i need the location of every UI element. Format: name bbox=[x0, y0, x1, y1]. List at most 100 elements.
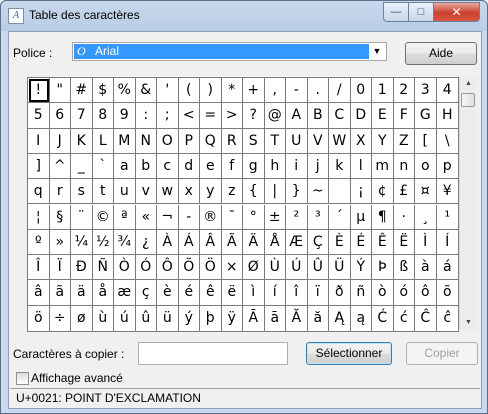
close-button[interactable]: ✕ bbox=[433, 2, 480, 22]
char-cell[interactable]: I bbox=[28, 128, 50, 154]
char-cell[interactable]: ¬ bbox=[157, 204, 179, 230]
char-cell[interactable]: ¯ bbox=[221, 204, 243, 230]
char-cell[interactable]: ú bbox=[114, 305, 136, 331]
char-cell[interactable]: Ć bbox=[372, 305, 394, 331]
char-cell[interactable]: ă bbox=[308, 305, 329, 331]
char-cell[interactable]: Ï bbox=[49, 255, 71, 281]
char-cell[interactable]: È bbox=[329, 229, 351, 256]
char-cell[interactable]: ą bbox=[351, 305, 372, 331]
char-cell[interactable]: M bbox=[114, 128, 136, 154]
char-cell[interactable]: ¹ bbox=[436, 205, 458, 230]
chevron-down-icon[interactable]: ▼ bbox=[370, 44, 384, 59]
char-cell[interactable]: µ bbox=[350, 204, 372, 230]
char-cell[interactable]: z bbox=[221, 179, 243, 205]
char-cell[interactable]: ¸ bbox=[415, 204, 437, 230]
char-cell[interactable]: Ù bbox=[264, 255, 286, 281]
char-cell[interactable]: t bbox=[92, 179, 114, 205]
char-cell[interactable]: á bbox=[436, 255, 458, 281]
char-cell[interactable]: f bbox=[221, 153, 243, 180]
char-cell[interactable]: p bbox=[436, 154, 458, 180]
char-cell[interactable]: Ò bbox=[114, 255, 136, 281]
char-cell[interactable]: ó bbox=[393, 280, 415, 306]
char-cell[interactable]: ð bbox=[329, 280, 351, 306]
char-cell[interactable]: Z bbox=[393, 128, 415, 154]
char-cell[interactable]: H bbox=[436, 103, 458, 129]
char-cell[interactable]: ½ bbox=[92, 229, 114, 256]
char-cell[interactable]: W bbox=[329, 128, 351, 154]
char-cell[interactable]: ~ bbox=[307, 179, 329, 205]
char-cell[interactable]: Ã bbox=[221, 229, 243, 256]
char-cell[interactable]: Ô bbox=[157, 255, 179, 281]
char-cell[interactable]: Õ bbox=[178, 255, 200, 281]
char-cell[interactable]: T bbox=[264, 128, 286, 154]
char-cell[interactable]: ¤ bbox=[415, 179, 437, 205]
char-cell[interactable]: s bbox=[71, 179, 93, 205]
char-cell[interactable]: » bbox=[49, 229, 71, 256]
char-cell[interactable]: y bbox=[200, 179, 222, 205]
char-cell[interactable]: Ú bbox=[286, 255, 308, 281]
char-cell[interactable]: ñ bbox=[350, 280, 372, 306]
char-cell[interactable]: K bbox=[71, 128, 93, 154]
char-cell[interactable]: v bbox=[135, 179, 157, 205]
char-cell[interactable]: ( bbox=[178, 78, 200, 104]
char-cell[interactable]: a bbox=[114, 153, 136, 180]
char-cell[interactable]: 8 bbox=[92, 103, 114, 129]
char-cell[interactable]: N bbox=[135, 128, 157, 154]
char-cell[interactable]: ê bbox=[200, 280, 222, 306]
char-cell[interactable]: Á bbox=[178, 229, 200, 256]
char-cell[interactable]: ô bbox=[415, 280, 437, 306]
char-cell[interactable]: 0 bbox=[350, 78, 372, 104]
char-cell[interactable]: | bbox=[264, 179, 286, 205]
char-cell[interactable]: Ü bbox=[329, 255, 351, 281]
char-cell[interactable]: c bbox=[157, 153, 179, 180]
char-cell[interactable]: l bbox=[350, 153, 372, 180]
char-cell[interactable]: d bbox=[178, 153, 200, 180]
char-cell[interactable]: r bbox=[49, 179, 71, 205]
char-cell[interactable]: L bbox=[92, 128, 114, 154]
char-cell[interactable]: S bbox=[243, 128, 265, 154]
char-cell[interactable]: 6 bbox=[49, 103, 71, 129]
char-cell[interactable]: ` bbox=[92, 153, 114, 180]
char-cell[interactable]: [ bbox=[415, 128, 437, 154]
char-cell[interactable]: ì bbox=[243, 280, 265, 306]
char-cell[interactable]: Ó bbox=[135, 255, 157, 281]
char-cell[interactable]: ë bbox=[221, 280, 243, 306]
char-cell[interactable]: o bbox=[415, 153, 437, 180]
char-cell[interactable]: ÿ bbox=[222, 305, 243, 331]
char-cell[interactable]: ® bbox=[200, 204, 222, 230]
char-cell[interactable]: ß bbox=[393, 255, 415, 281]
char-cell[interactable]: n bbox=[393, 153, 415, 180]
char-cell[interactable]: D bbox=[350, 103, 372, 129]
char-cell[interactable]: é bbox=[178, 280, 200, 306]
char-cell[interactable]: + bbox=[243, 78, 265, 104]
char-cell[interactable]: ³ bbox=[307, 204, 329, 230]
char-cell[interactable]: Å bbox=[264, 229, 286, 256]
char-cell[interactable]: Ĉ bbox=[415, 305, 437, 331]
char-cell[interactable]: æ bbox=[114, 280, 136, 306]
char-cell[interactable]: 1 bbox=[372, 78, 394, 104]
char-cell[interactable]: J bbox=[49, 128, 71, 154]
char-cell[interactable]: ) bbox=[200, 78, 222, 104]
char-cell[interactable]: { bbox=[243, 179, 265, 205]
copy-input[interactable] bbox=[138, 342, 288, 365]
char-cell[interactable]: 5 bbox=[28, 103, 50, 129]
char-cell[interactable]: Ì bbox=[415, 229, 437, 256]
char-cell[interactable]: Ą bbox=[329, 305, 351, 331]
char-cell[interactable]: ø bbox=[71, 305, 93, 331]
char-cell[interactable]: Ý bbox=[350, 255, 372, 281]
char-cell[interactable]: ¡ bbox=[350, 179, 372, 205]
char-cell[interactable]: g bbox=[243, 153, 265, 180]
advanced-view-label[interactable]: Affichage avancé bbox=[31, 371, 123, 385]
char-cell[interactable]: G bbox=[415, 103, 437, 129]
char-cell[interactable]: 7 bbox=[71, 103, 93, 129]
char-cell[interactable]: · bbox=[393, 204, 415, 230]
advanced-view-checkbox[interactable] bbox=[16, 372, 29, 385]
char-cell[interactable]: ò bbox=[372, 280, 394, 306]
char-cell[interactable]: * bbox=[221, 78, 243, 104]
char-cell[interactable]: 2 bbox=[393, 78, 415, 104]
char-cell[interactable]: Â bbox=[200, 229, 222, 256]
char-cell[interactable]: Û bbox=[307, 255, 329, 281]
maximize-button[interactable]: □ bbox=[408, 2, 434, 22]
char-cell[interactable]: Í bbox=[436, 230, 458, 256]
char-cell[interactable]: À bbox=[157, 229, 179, 256]
